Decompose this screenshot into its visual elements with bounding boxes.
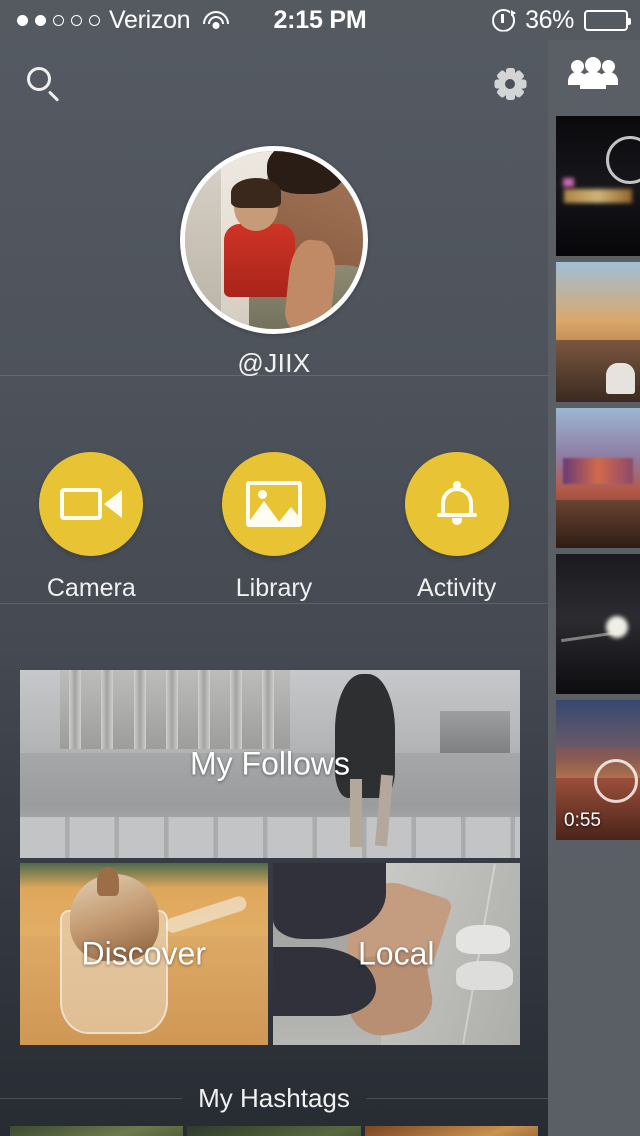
action-camera-label: Camera bbox=[46, 574, 136, 602]
app-root: Verizon 2:15 PM 36% @JIIX Camera Library… bbox=[0, 0, 640, 1136]
video-rail-list: 0:55 bbox=[548, 116, 640, 840]
feed-tiles: My Follows Discover Local bbox=[20, 670, 520, 1045]
people-icon[interactable] bbox=[568, 56, 618, 90]
action-library-label: Library bbox=[235, 574, 313, 602]
activity-button[interactable] bbox=[404, 452, 509, 556]
rotation-lock-icon bbox=[492, 8, 517, 32]
hashtags-divider-right bbox=[365, 1097, 549, 1099]
battery-icon bbox=[584, 9, 631, 31]
status-bar: Verizon 2:15 PM 36% bbox=[0, 0, 640, 40]
bell-icon bbox=[435, 481, 479, 527]
app-top-bar bbox=[0, 40, 548, 128]
hashtags-section: My Hashtags bbox=[0, 1070, 549, 1136]
tile-my-follows-label: My Follows bbox=[189, 745, 350, 782]
tile-local-label: Local bbox=[358, 935, 435, 972]
gear-icon[interactable] bbox=[494, 68, 526, 100]
status-bar-clock: 2:15 PM bbox=[273, 5, 367, 34]
hashtags-thumbnail-strip bbox=[0, 1126, 548, 1136]
hashtags-divider-left bbox=[0, 1097, 183, 1099]
camera-button[interactable] bbox=[39, 452, 144, 556]
action-camera[interactable]: Camera bbox=[16, 452, 166, 603]
avatar-photo bbox=[185, 151, 363, 329]
hashtag-thumbnail[interactable] bbox=[10, 1126, 184, 1136]
image-icon bbox=[245, 481, 302, 527]
hashtag-thumbnail[interactable] bbox=[364, 1126, 538, 1136]
hashtags-title: My Hashtags bbox=[198, 1082, 350, 1113]
video-rail-header bbox=[548, 56, 640, 116]
divider-actions bbox=[0, 603, 548, 604]
tile-row: Discover Local bbox=[20, 863, 520, 1045]
search-icon[interactable] bbox=[26, 66, 62, 102]
main-panel: @JIIX Camera Library Activity My Follows… bbox=[0, 40, 549, 1136]
hashtag-thumbnail[interactable] bbox=[187, 1126, 361, 1136]
video-thumbnail[interactable]: 0:55 bbox=[556, 700, 640, 840]
video-rail: 0:55 bbox=[548, 40, 640, 1136]
tile-my-follows[interactable]: My Follows bbox=[20, 670, 520, 858]
action-activity-label: Activity bbox=[417, 574, 497, 602]
video-duration: 0:55 bbox=[564, 810, 601, 831]
quick-actions: Camera Library Activity bbox=[0, 452, 548, 603]
action-library[interactable]: Library bbox=[199, 452, 349, 603]
divider-profile bbox=[0, 375, 548, 376]
video-thumbnail[interactable] bbox=[556, 408, 640, 548]
hashtags-header: My Hashtags bbox=[0, 1070, 549, 1126]
video-thumbnail[interactable] bbox=[556, 116, 640, 256]
tile-discover[interactable]: Discover bbox=[20, 863, 268, 1045]
library-button[interactable] bbox=[221, 452, 326, 556]
video-thumbnail[interactable] bbox=[556, 554, 640, 694]
action-activity[interactable]: Activity bbox=[382, 452, 532, 603]
video-thumbnail[interactable] bbox=[556, 262, 640, 402]
tile-local[interactable]: Local bbox=[272, 863, 520, 1045]
avatar[interactable] bbox=[180, 146, 368, 334]
tile-discover-label: Discover bbox=[81, 935, 206, 972]
video-camera-icon bbox=[60, 484, 123, 524]
